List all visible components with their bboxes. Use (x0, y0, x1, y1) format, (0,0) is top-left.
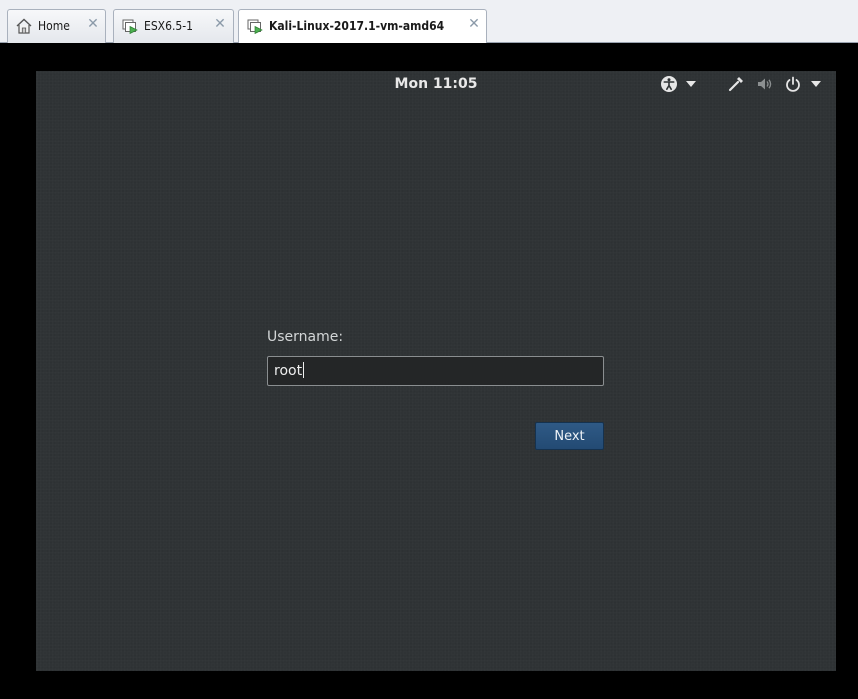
username-label: Username: (267, 329, 344, 345)
chevron-down-icon[interactable] (809, 75, 823, 93)
next-button[interactable]: Next (535, 422, 604, 450)
volume-icon[interactable] (754, 75, 776, 93)
close-icon[interactable]: ✕ (467, 17, 481, 31)
close-icon[interactable]: ✕ (213, 17, 227, 31)
keyboard-icon[interactable] (726, 75, 746, 93)
vm-screen[interactable]: Mon 11:05 Username: root Next (36, 71, 836, 671)
tab-kali[interactable]: Kali-Linux-2017.1-vm-amd64 ✕ (238, 9, 487, 44)
text-caret (303, 362, 305, 378)
topbar-clock[interactable]: Mon 11:05 (36, 76, 836, 92)
tab-label: ESX6.5-1 (144, 19, 193, 33)
tab-esx[interactable]: ESX6.5-1 ✕ (113, 9, 234, 43)
chevron-down-icon[interactable] (684, 75, 698, 93)
power-icon[interactable] (783, 75, 803, 93)
username-value: root (274, 363, 303, 379)
home-icon (15, 17, 33, 35)
vm-icon (121, 17, 139, 35)
username-input[interactable]: root (267, 356, 604, 386)
vm-icon (246, 17, 264, 35)
tab-label: Home (38, 19, 70, 33)
tab-label: Kali-Linux-2017.1-vm-amd64 (269, 19, 445, 33)
tab-home[interactable]: Home ✕ (7, 9, 106, 43)
host-tab-bar: Home ✕ ESX6.5-1 ✕ Kali-Linux-2017.1-vm-a… (0, 0, 858, 44)
accessibility-icon[interactable] (659, 75, 679, 93)
close-icon[interactable]: ✕ (86, 17, 100, 31)
